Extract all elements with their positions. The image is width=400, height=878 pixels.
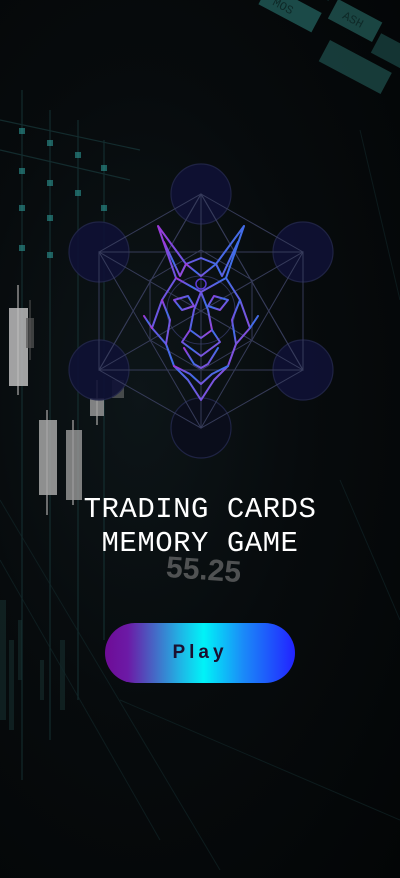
wolf-logo-icon xyxy=(68,163,334,459)
game-title-line-1: TRADING CARDS xyxy=(83,493,317,526)
game-title: TRADING CARDS MEMORY GAME xyxy=(0,493,400,561)
play-button[interactable]: Play xyxy=(105,623,295,683)
game-start-screen: MOS ASH 55.25 TRADING CARDS MEMORY GAME … xyxy=(0,0,400,878)
game-title-line-2: MEMORY GAME xyxy=(101,527,299,560)
